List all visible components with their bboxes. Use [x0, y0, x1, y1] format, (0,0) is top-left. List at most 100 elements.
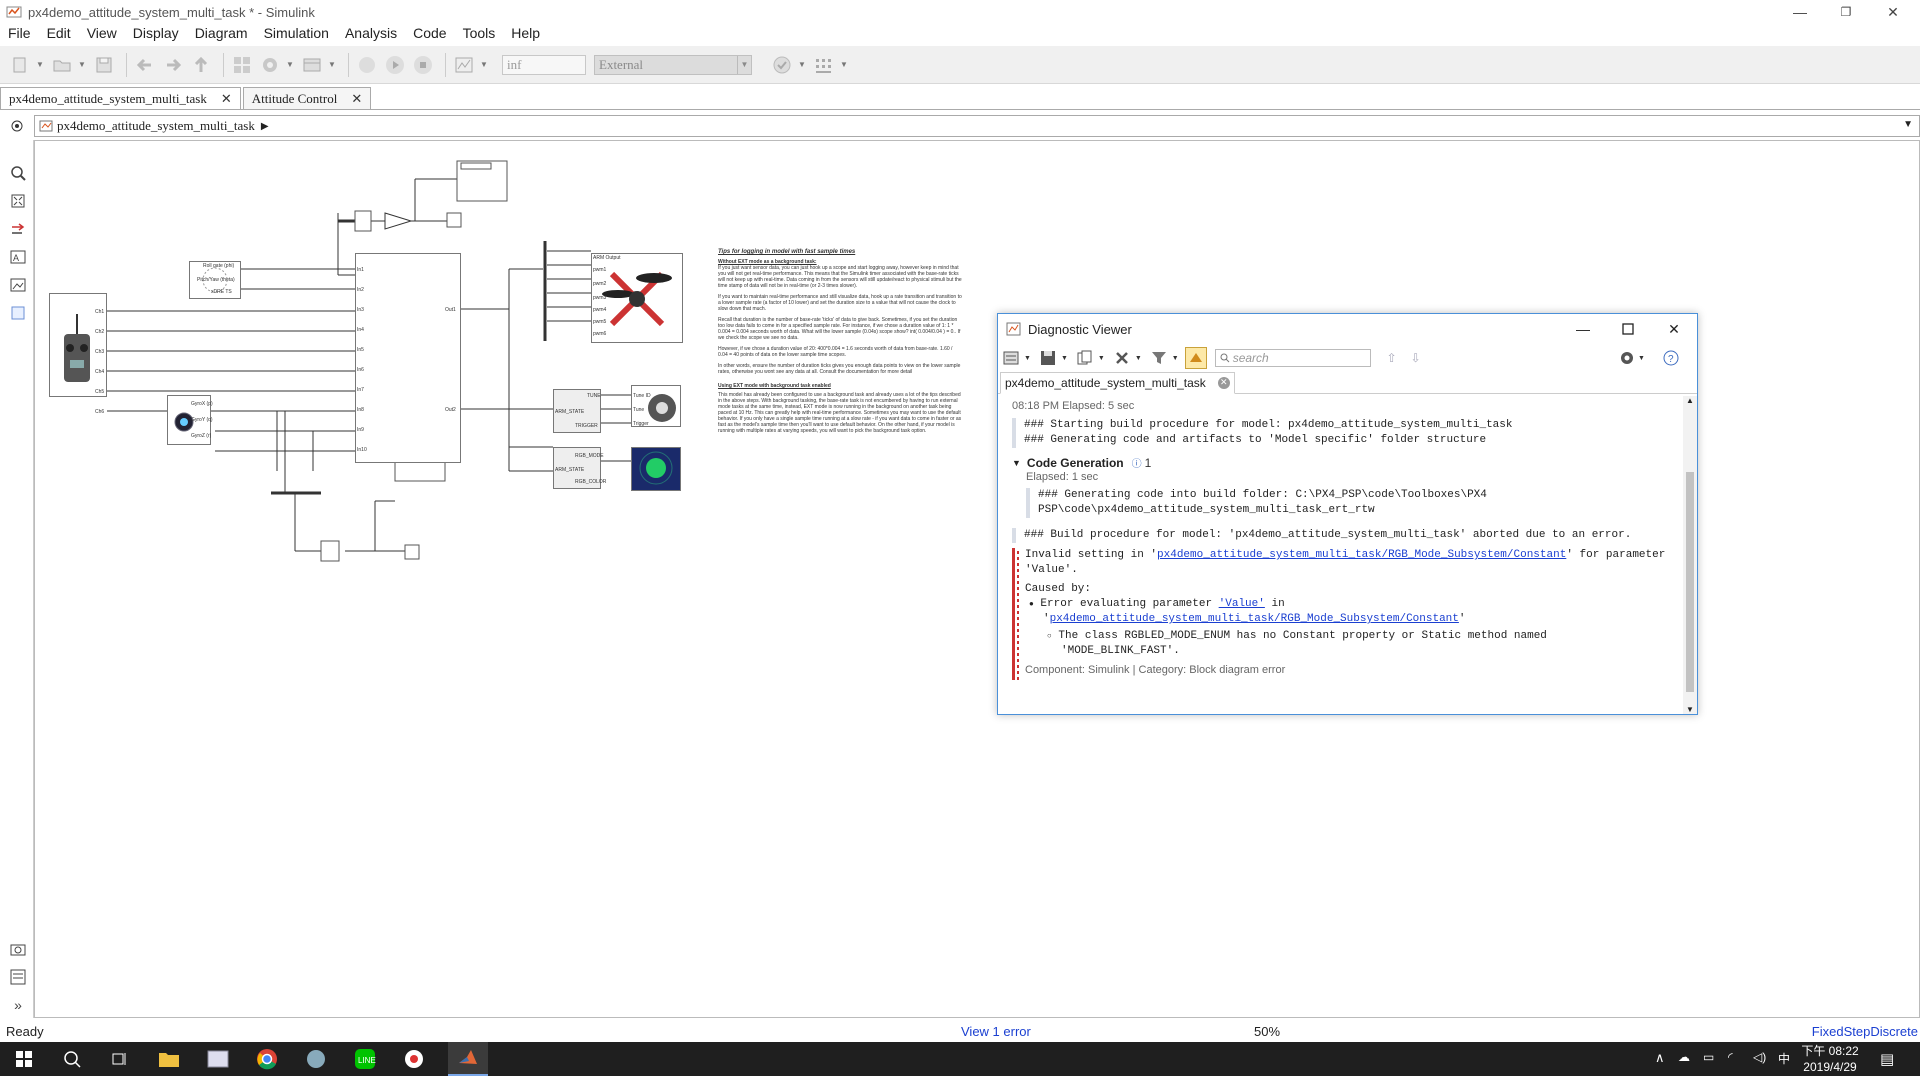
app-icon[interactable] [402, 1047, 426, 1071]
close-tab-icon[interactable]: ✕ [221, 91, 232, 107]
simulation-mode-select[interactable]: External ▼ [594, 54, 752, 75]
stop-icon[interactable] [411, 53, 435, 77]
solver-link[interactable]: FixedStepDiscrete [1812, 1024, 1918, 1039]
view-options-icon[interactable] [1000, 347, 1022, 369]
clear-icon[interactable] [1111, 347, 1133, 369]
build-icon[interactable] [812, 53, 836, 77]
breadcrumb-arrow-icon[interactable]: ▶ [261, 121, 269, 132]
codegen-group-header[interactable]: ▼ Code Generation ⓘ 1 [1012, 455, 1684, 471]
up-arrow-icon[interactable] [189, 53, 213, 77]
block-link[interactable]: px4demo_attitude_system_multi_task/RGB_M… [1050, 613, 1459, 625]
model-advisor-icon[interactable] [770, 53, 794, 77]
minimize-button[interactable]: — [1777, 0, 1823, 24]
forward-arrow-icon[interactable] [161, 53, 185, 77]
app-icon[interactable] [304, 1047, 328, 1071]
arrow-icon[interactable] [9, 220, 27, 238]
step-back-icon[interactable] [355, 53, 379, 77]
wifi-icon[interactable]: ◜ [1728, 1050, 1733, 1064]
menu-file[interactable]: File [0, 25, 39, 41]
settings-gear-icon[interactable] [1616, 347, 1638, 369]
task-view-icon[interactable] [108, 1047, 132, 1071]
search-icon[interactable] [60, 1047, 84, 1071]
advisor-dropdown-icon[interactable]: ▼ [798, 60, 806, 69]
data-inspector-icon[interactable] [452, 53, 476, 77]
annotation-icon[interactable]: A [9, 248, 27, 266]
tab-px4demo[interactable]: px4demo_attitude_system_multi_task ✕ [0, 87, 241, 109]
dv-minimize-button[interactable]: — [1568, 319, 1598, 339]
dv-close-button[interactable]: ✕ [1659, 319, 1689, 339]
screenshot-icon[interactable] [9, 940, 27, 958]
previous-arrow-icon[interactable]: ⇧ [1381, 347, 1403, 369]
settings-gear-icon[interactable] [258, 53, 282, 77]
hide-model-browser-icon[interactable] [10, 119, 24, 133]
expand-panel-icon[interactable]: » [9, 996, 27, 1014]
parameter-link[interactable]: 'Value' [1219, 598, 1265, 610]
menu-edit[interactable]: Edit [39, 25, 79, 41]
zoom-icon[interactable] [9, 164, 27, 182]
chevron-down-icon[interactable]: ▼ [1098, 355, 1105, 362]
open-folder-icon[interactable] [50, 53, 74, 77]
restore-button[interactable]: ❐ [1823, 0, 1869, 24]
tray-overflow-icon[interactable]: ∧ [1655, 1050, 1665, 1066]
chrome-icon[interactable] [255, 1047, 279, 1071]
group-messages-icon[interactable] [1184, 347, 1207, 369]
save-log-icon[interactable] [1037, 347, 1059, 369]
scroll-thumb[interactable] [1686, 472, 1694, 692]
dv-tab-model[interactable]: px4demo_attitude_system_multi_task ✕ [1000, 371, 1235, 394]
menu-code[interactable]: Code [405, 25, 454, 41]
image-icon[interactable] [9, 276, 27, 294]
open-dropdown-icon[interactable]: ▼ [78, 60, 86, 69]
close-button[interactable]: ✕ [1870, 0, 1916, 24]
tab-attitude-control[interactable]: Attitude Control ✕ [242, 87, 372, 109]
help-icon[interactable]: ? [1660, 347, 1682, 369]
windows-start-icon[interactable] [12, 1047, 36, 1071]
chevron-down-icon[interactable]: ▼ [1903, 119, 1913, 130]
menu-help[interactable]: Help [503, 25, 548, 41]
search-input[interactable]: search [1214, 349, 1371, 367]
cloud-icon[interactable]: ☁ [1678, 1050, 1690, 1064]
menu-display[interactable]: Display [125, 25, 187, 41]
menu-simulation[interactable]: Simulation [256, 25, 337, 41]
chevron-down-icon[interactable]: ▼ [1638, 355, 1645, 362]
view-errors-link[interactable]: View 1 error [961, 1024, 1031, 1039]
rgb-led-block[interactable] [631, 447, 681, 491]
matlab-taskbar-icon[interactable] [448, 1042, 488, 1076]
model-explorer-icon[interactable] [300, 53, 324, 77]
volume-icon[interactable]: ◁) [1753, 1050, 1766, 1064]
explorer-dropdown-icon[interactable]: ▼ [328, 60, 336, 69]
block-link[interactable]: px4demo_attitude_system_multi_task/RGB_M… [1157, 549, 1566, 561]
chevron-down-icon[interactable]: ▼ [1172, 355, 1179, 362]
breadcrumb-item[interactable]: px4demo_attitude_system_multi_task [57, 118, 255, 134]
menu-tools[interactable]: Tools [455, 25, 504, 41]
save-icon[interactable] [92, 53, 116, 77]
ime-indicator[interactable]: 中 [1778, 1050, 1790, 1067]
chevron-down-icon[interactable]: ▼ [1024, 355, 1031, 362]
new-model-icon[interactable] [8, 53, 32, 77]
clock-date[interactable]: 2019/4/29 [1800, 1060, 1860, 1074]
clock-time[interactable]: 下午 08:22 [1800, 1044, 1860, 1058]
scroll-down-icon[interactable]: ▼ [1686, 705, 1694, 714]
menu-diagram[interactable]: Diagram [187, 25, 256, 41]
chevron-down-icon[interactable]: ▼ [1061, 355, 1068, 362]
attitude-control-subsystem[interactable] [355, 253, 461, 463]
simulink-taskbar-icon[interactable] [206, 1047, 230, 1071]
filter-icon[interactable] [1148, 347, 1170, 369]
new-dropdown-icon[interactable]: ▼ [36, 60, 44, 69]
settings-dropdown-icon[interactable]: ▼ [286, 60, 294, 69]
dv-maximize-button[interactable] [1613, 319, 1643, 339]
dv-scrollbar[interactable]: ▲ ▼ [1683, 396, 1697, 714]
run-icon[interactable] [383, 53, 407, 77]
network-icon[interactable]: ▭ [1703, 1050, 1714, 1064]
collapse-caret-icon[interactable]: ▼ [1012, 458, 1021, 468]
stop-time-input[interactable] [502, 54, 586, 75]
next-arrow-icon[interactable]: ⇩ [1405, 347, 1427, 369]
back-arrow-icon[interactable] [133, 53, 157, 77]
library-browser-icon[interactable] [230, 53, 254, 77]
fit-to-view-icon[interactable] [9, 192, 27, 210]
area-icon[interactable] [9, 304, 27, 322]
inspector-dropdown-icon[interactable]: ▼ [480, 60, 488, 69]
close-tab-icon[interactable]: ✕ [351, 91, 362, 107]
menu-view[interactable]: View [79, 25, 125, 41]
chevron-down-icon[interactable]: ▼ [1135, 355, 1142, 362]
menu-analysis[interactable]: Analysis [337, 25, 405, 41]
